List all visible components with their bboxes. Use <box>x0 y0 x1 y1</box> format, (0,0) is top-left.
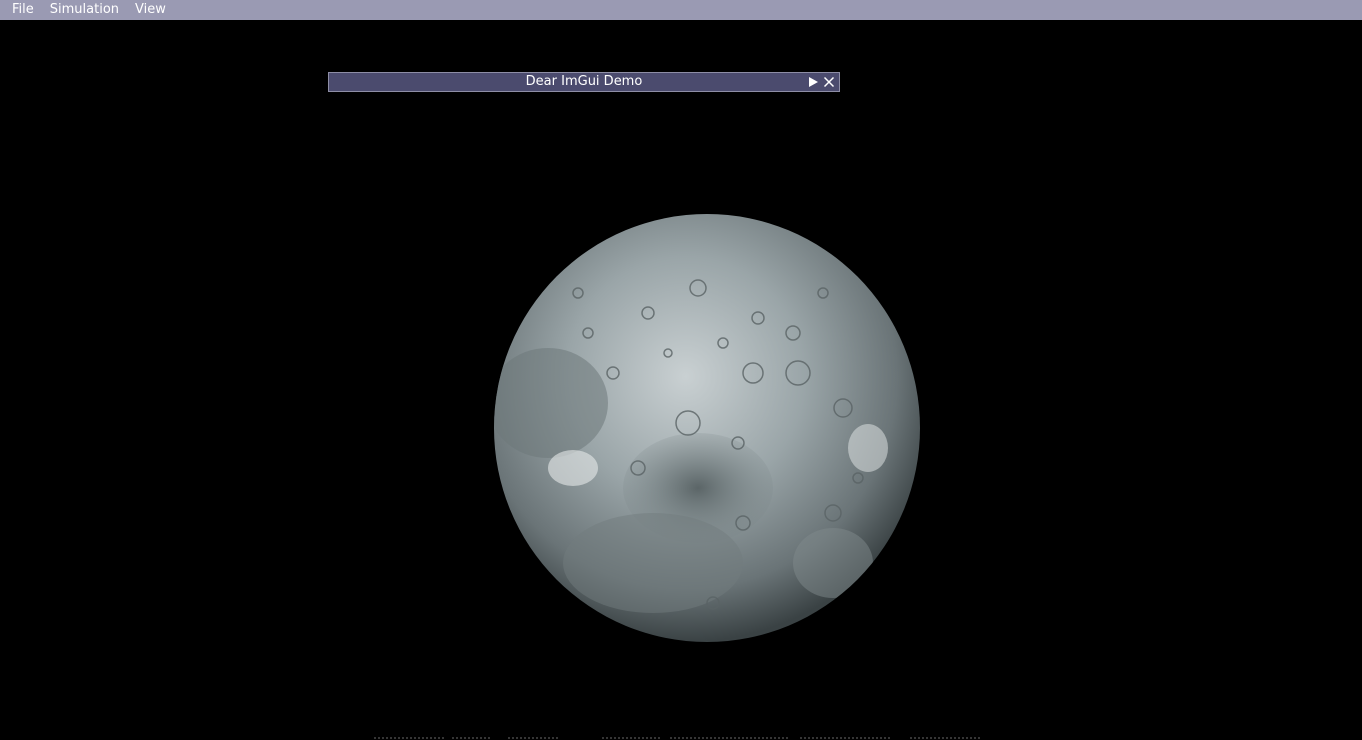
close-button[interactable] <box>821 74 837 90</box>
imgui-demo-window[interactable]: Dear ImGui Demo <box>328 72 840 92</box>
moon-globe[interactable] <box>493 213 921 643</box>
menu-view[interactable]: View <box>127 0 174 20</box>
bottom-text-strip <box>370 736 982 740</box>
main-menubar: File Simulation View <box>0 0 1362 20</box>
collapse-button[interactable] <box>805 74 821 90</box>
window-title[interactable]: Dear ImGui Demo <box>329 73 839 91</box>
menu-simulation[interactable]: Simulation <box>42 0 127 20</box>
menu-file[interactable]: File <box>4 0 42 20</box>
play-triangle-icon <box>809 77 818 87</box>
close-icon <box>823 76 835 88</box>
